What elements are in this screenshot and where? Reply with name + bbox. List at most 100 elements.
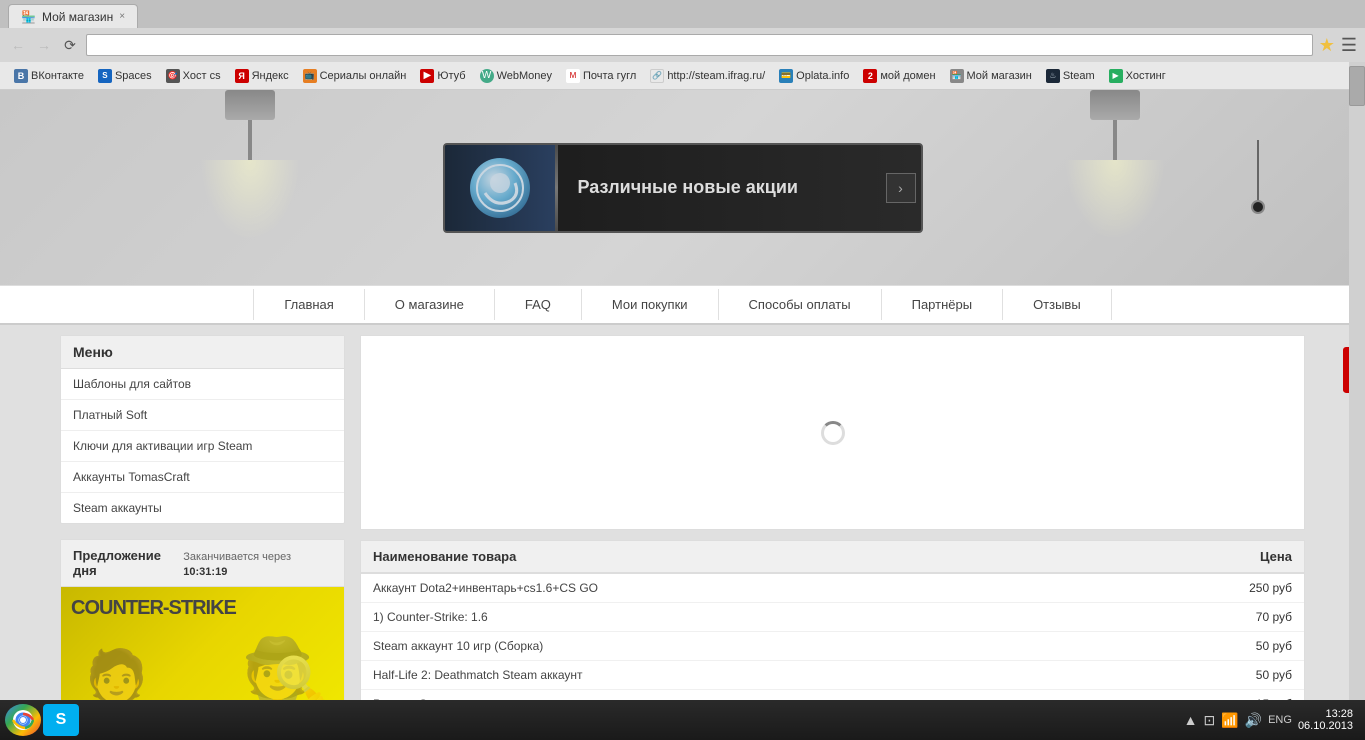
cs-character-right: 🕵️ bbox=[241, 634, 334, 700]
oplata-icon: 💳 bbox=[779, 69, 793, 83]
product-price-3: 50 руб bbox=[1192, 639, 1292, 653]
bookmark-spaces[interactable]: S Spaces bbox=[92, 67, 158, 85]
myshop-icon: 🏪 bbox=[950, 69, 964, 83]
nav-payment[interactable]: Способы оплаты bbox=[719, 289, 882, 320]
taskbar-skype[interactable]: S bbox=[43, 704, 79, 736]
sidebar-item-templates[interactable]: Шаблоны для сайтов bbox=[61, 369, 344, 400]
lamp-cord-right bbox=[1113, 120, 1117, 160]
spinner-ring bbox=[821, 421, 845, 445]
product-name-2: 1) Counter-Strike: 1.6 bbox=[373, 610, 1192, 624]
forward-button[interactable]: → bbox=[34, 35, 54, 55]
bookmark-steam-label: Steam bbox=[1063, 70, 1095, 82]
bookmark-ifrag[interactable]: 🔗 http://steam.ifrag.ru/ bbox=[644, 67, 771, 85]
bookmark-gmail[interactable]: M Почта гугл bbox=[560, 67, 642, 85]
daily-offer-title: Предложение дня bbox=[73, 548, 183, 578]
main-navigation: Главная О магазине FAQ Мои покупки Спосо… bbox=[0, 285, 1365, 325]
nav-reviews[interactable]: Отзывы bbox=[1003, 289, 1112, 320]
bookmark-mydomain[interactable]: 2 мой домен bbox=[857, 67, 941, 85]
nav-faq[interactable]: FAQ bbox=[495, 289, 582, 320]
hcs-icon: 🎯 bbox=[166, 69, 180, 83]
browser-tabs-row: 🏪 Мой магазин × bbox=[0, 0, 1365, 28]
sidebar-menu-title: Меню bbox=[61, 336, 344, 369]
bookmark-serials[interactable]: 📺 Сериалы онлайн bbox=[297, 67, 413, 85]
nav-partners[interactable]: Партнёры bbox=[882, 289, 1003, 320]
lamp-head bbox=[225, 90, 275, 120]
steam-logo-circle bbox=[470, 158, 530, 218]
hero-area: Различные новые акции › bbox=[0, 90, 1365, 285]
bookmark-hosting[interactable]: ▶ Хостинг bbox=[1103, 67, 1172, 85]
content-banner-area bbox=[360, 335, 1305, 530]
bookmark-yandex[interactable]: Я Яндекс bbox=[229, 67, 295, 85]
sidebar-item-tomascraft[interactable]: Аккаунты TomasCraft bbox=[61, 462, 344, 493]
nav-items: Главная О магазине FAQ Мои покупки Спосо… bbox=[253, 289, 1111, 320]
bookmark-star-icon[interactable]: ★ bbox=[1319, 35, 1335, 56]
serials-icon: 📺 bbox=[303, 69, 317, 83]
banner-text: Различные новые акции bbox=[558, 177, 886, 198]
webmoney-icon: W bbox=[480, 69, 494, 83]
daily-offer-image: COUNTER-STRIKE 🕵️ 🧑‍💼 bbox=[61, 587, 344, 700]
daily-offer-timer-area: Заканчивается через 10:31:19 bbox=[183, 548, 332, 578]
scrollbar-thumb[interactable] bbox=[1349, 66, 1365, 106]
bookmarks-bar: В ВКонтакте S Spaces 🎯 Хост cs Я Яндекс … bbox=[0, 62, 1365, 90]
lamp-left bbox=[200, 90, 300, 240]
bookmark-steam[interactable]: ♨ Steam bbox=[1040, 67, 1101, 85]
youtube-icon: ▶ bbox=[420, 69, 434, 83]
product-row-1[interactable]: Аккаунт Dota2+инвентарь+cs1.6+CS GO 250 … bbox=[361, 574, 1304, 603]
menu-icon[interactable]: ☰ bbox=[1341, 35, 1357, 56]
product-price-4: 50 руб bbox=[1192, 668, 1292, 682]
main-body: Меню Шаблоны для сайтов Платный Soft Клю… bbox=[0, 325, 1365, 700]
reload-button[interactable]: ⟳ bbox=[60, 35, 80, 55]
lamp-cord bbox=[248, 120, 252, 160]
product-name-1: Аккаунт Dota2+инвентарь+cs1.6+CS GO bbox=[373, 581, 1192, 595]
mydomain-icon: 2 bbox=[863, 69, 877, 83]
bookmark-myshop[interactable]: 🏪 Мой магазин bbox=[944, 67, 1038, 85]
product-price-1: 250 руб bbox=[1192, 581, 1292, 595]
active-tab[interactable]: 🏪 Мой магазин × bbox=[8, 4, 138, 28]
arrow-up-icon[interactable]: ▲ bbox=[1184, 712, 1198, 728]
gmail-icon: M bbox=[566, 69, 580, 83]
daily-timer-label: Заканчивается через bbox=[183, 551, 291, 563]
page-content: Различные новые акции › Главная О магази… bbox=[0, 90, 1365, 700]
loading-spinner bbox=[821, 421, 845, 445]
hosting-icon: ▶ bbox=[1109, 69, 1123, 83]
daily-offer-header: Предложение дня Заканчивается через 10:3… bbox=[61, 540, 344, 587]
language-label[interactable]: ENG bbox=[1268, 714, 1292, 726]
product-row-5[interactable]: Рандом Steam аккаунты 15 руб bbox=[361, 690, 1304, 700]
banner-arrow-right[interactable]: › bbox=[886, 173, 916, 203]
cs-logo-text: COUNTER-STRIKE bbox=[71, 597, 236, 620]
signal-icon[interactable]: 📶 bbox=[1221, 712, 1238, 729]
product-name-4: Half-Life 2: Deathmatch Steam аккаунт bbox=[373, 668, 1192, 682]
products-table-header: Наименование товара Цена bbox=[361, 541, 1304, 574]
daily-timer: 10:31:19 bbox=[183, 566, 227, 578]
bookmark-youtube[interactable]: ▶ Ютуб bbox=[414, 67, 471, 85]
bookmark-hostcs[interactable]: 🎯 Хост cs bbox=[160, 67, 227, 85]
taskbar: S ▲ ⊡ 📶 🔊 ENG 13:28 06.10.2013 bbox=[0, 700, 1365, 740]
nav-about[interactable]: О магазине bbox=[365, 289, 495, 320]
taskbar-time: 13:28 06.10.2013 bbox=[1298, 708, 1353, 732]
products-table: Наименование товара Цена Аккаунт Dota2+и… bbox=[360, 540, 1305, 700]
lamp-head-right bbox=[1090, 90, 1140, 120]
bookmark-webmoney[interactable]: W WebMoney bbox=[474, 67, 558, 85]
taskbar-chrome[interactable] bbox=[5, 704, 41, 736]
back-button[interactable]: ← bbox=[8, 35, 28, 55]
lamp-right bbox=[1065, 90, 1165, 240]
taskbar-sys-icons: ▲ ⊡ 📶 🔊 ENG 13:28 06.10.2013 bbox=[1176, 708, 1361, 732]
product-row-3[interactable]: Steam аккаунт 10 игр (Сборка) 50 руб bbox=[361, 632, 1304, 661]
sidebar-item-soft[interactable]: Платный Soft bbox=[61, 400, 344, 431]
bookmark-oplata[interactable]: 💳 Oplata.info bbox=[773, 67, 855, 85]
tab-close-button[interactable]: × bbox=[119, 11, 125, 22]
nav-purchases[interactable]: Мои покупки bbox=[582, 289, 719, 320]
product-row-2[interactable]: 1) Counter-Strike: 1.6 70 руб bbox=[361, 603, 1304, 632]
product-price-2: 70 руб bbox=[1192, 610, 1292, 624]
steam-icon: ♨ bbox=[1046, 69, 1060, 83]
network-icon[interactable]: ⊡ bbox=[1203, 712, 1215, 729]
spaces-icon: S bbox=[98, 69, 112, 83]
product-row-4[interactable]: Half-Life 2: Deathmatch Steam аккаунт 50… bbox=[361, 661, 1304, 690]
scrollbar[interactable] bbox=[1349, 62, 1365, 700]
address-bar[interactable] bbox=[86, 34, 1313, 56]
sidebar-item-steam-accounts[interactable]: Steam аккаунты bbox=[61, 493, 344, 523]
bookmark-vkontakte[interactable]: В ВКонтакте bbox=[8, 67, 90, 85]
sidebar-item-keys[interactable]: Ключи для активации игр Steam bbox=[61, 431, 344, 462]
nav-home[interactable]: Главная bbox=[253, 289, 364, 320]
volume-icon[interactable]: 🔊 bbox=[1245, 712, 1262, 729]
